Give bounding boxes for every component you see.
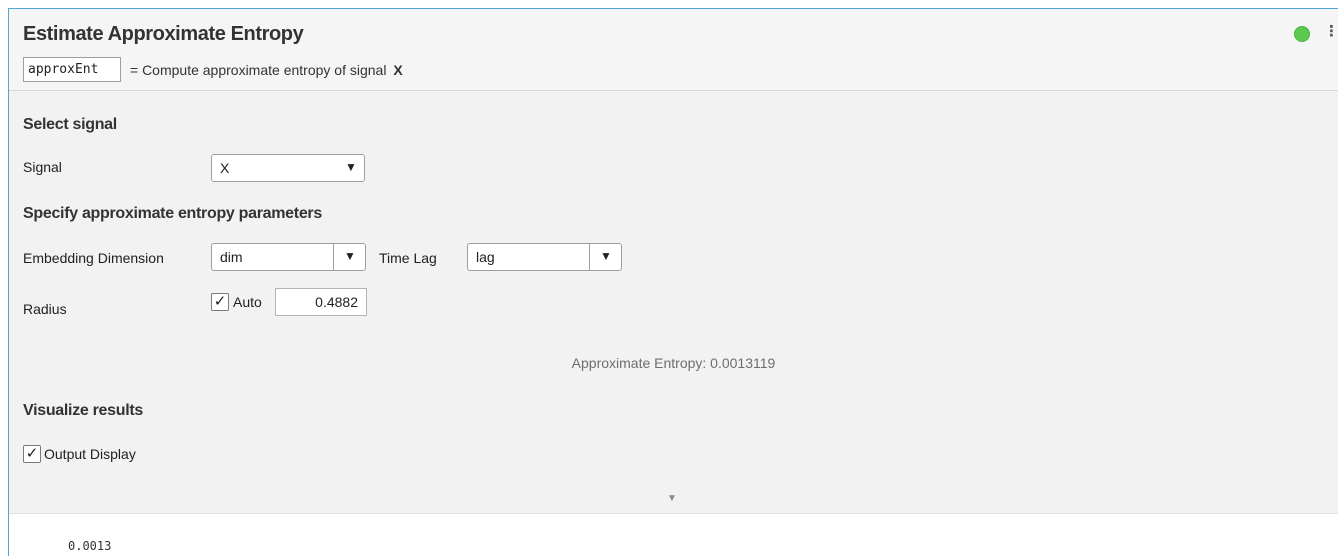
dropdown-divider — [589, 244, 590, 270]
output-variable-field[interactable]: approxEnt — [23, 57, 121, 82]
summary-text: = Compute approximate entropy of signal — [130, 62, 387, 78]
time-lag-dropdown[interactable]: lag ▼ — [467, 243, 622, 271]
time-lag-label: Time Lag — [379, 250, 437, 266]
section-title-select-signal: Select signal — [23, 116, 117, 133]
signal-dropdown[interactable]: X ▼ — [211, 154, 365, 182]
live-task-frame: Estimate Approximate Entropy approxEnt =… — [8, 8, 1338, 557]
section-title-parameters: Specify approximate entropy parameters — [23, 205, 322, 222]
embedding-dimension-label: Embedding Dimension — [23, 250, 164, 266]
chevron-down-icon: ▼ — [344, 249, 356, 263]
collapse-arrow-icon[interactable]: ▼ — [667, 493, 677, 504]
auto-radius-label: Auto — [233, 294, 262, 310]
chevron-down-icon: ▼ — [600, 249, 612, 263]
output-value: 0.0013 — [68, 539, 112, 553]
status-indicator-icon — [1294, 26, 1310, 42]
more-options-icon[interactable]: ⋮ — [1324, 23, 1338, 41]
dropdown-divider — [333, 244, 334, 270]
live-task-panel: Estimate Approximate Entropy approxEnt =… — [9, 9, 1338, 513]
summary-signal-name: X — [393, 62, 403, 78]
approximate-entropy-result: Approximate Entropy: 0.0013119 — [571, 355, 776, 371]
section-title-visualize: Visualize results — [23, 402, 144, 419]
task-header: Estimate Approximate Entropy approxEnt =… — [9, 9, 1338, 91]
auto-radius-checkbox[interactable]: ✓ — [211, 293, 229, 311]
radius-label: Radius — [23, 301, 67, 317]
embedding-dimension-dropdown[interactable]: dim ▼ — [211, 243, 366, 271]
embedding-dimension-value: dim — [220, 249, 243, 265]
task-summary: = Compute approximate entropy of signal … — [130, 62, 403, 78]
output-display-checkbox[interactable]: ✓ — [23, 445, 41, 463]
chevron-down-icon: ▼ — [345, 160, 357, 174]
signal-dropdown-value: X — [220, 160, 230, 176]
signal-label: Signal — [23, 159, 62, 175]
radius-value-field[interactable]: 0.4882 — [275, 288, 367, 316]
task-title: Estimate Approximate Entropy — [23, 23, 304, 45]
output-display-label: Output Display — [44, 446, 136, 462]
output-area: 0.0013 — [9, 513, 1338, 557]
time-lag-value: lag — [476, 249, 495, 265]
